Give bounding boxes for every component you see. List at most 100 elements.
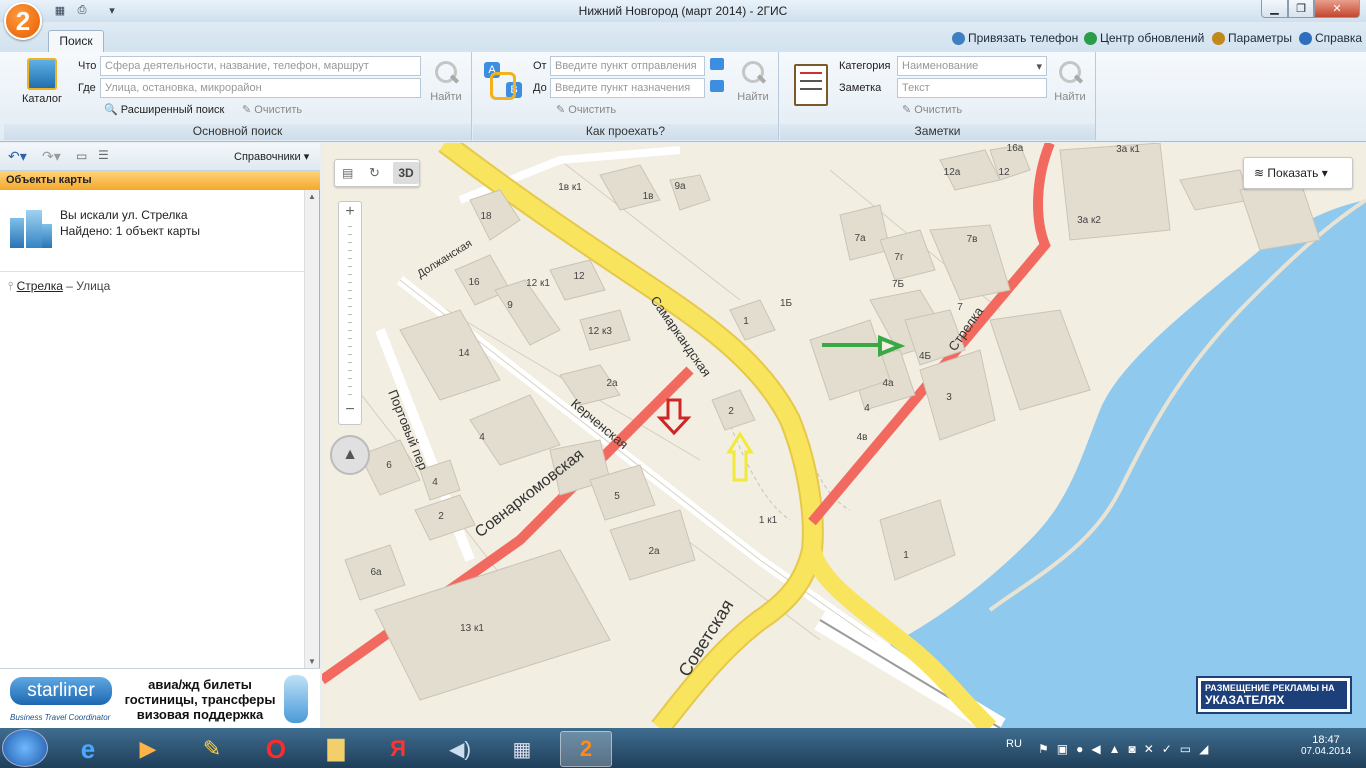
- what-input[interactable]: Сфера деятельности, название, телефон, м…: [100, 56, 421, 76]
- building-label: 7в: [967, 234, 978, 245]
- building-label: 1в: [643, 191, 654, 202]
- category-select[interactable]: Наименование ▾: [897, 56, 1047, 76]
- where-label: Где: [78, 82, 96, 94]
- search-text: Вы искали ул. Стрелка: [60, 208, 188, 222]
- clear-search-button[interactable]: ✎ Очистить: [242, 103, 302, 116]
- gear-icon: [1212, 31, 1225, 45]
- building-label: 12: [998, 167, 1010, 178]
- find-search-label: Найти: [430, 91, 462, 103]
- list-view-icon[interactable]: ▭: [76, 149, 87, 163]
- tray-icons[interactable]: ⚑▣●◀▲◙✕✓▭◢: [1038, 742, 1216, 756]
- rotate-icon[interactable]: ↻: [369, 165, 380, 181]
- tab-search[interactable]: Поиск: [48, 30, 104, 52]
- ruler-icon[interactable]: ▤: [342, 166, 353, 180]
- start-orb-icon[interactable]: [2, 729, 48, 767]
- signs-ad-banner[interactable]: РАЗМЕЩЕНИЕ РЕКЛАМЫ НА УКАЗАТЕЛЯХ: [1196, 676, 1352, 714]
- language-indicator[interactable]: RU: [1006, 738, 1022, 750]
- explorer-icon[interactable]: ▇: [310, 731, 362, 767]
- compass-icon[interactable]: ▲: [330, 435, 370, 475]
- building-label: 3а к1: [1116, 144, 1140, 155]
- ad-banner-line-2: УКАЗАТЕЛЯХ: [1205, 693, 1285, 707]
- advanced-search-label: Расширенный поиск: [120, 104, 225, 116]
- to-balloon-icon[interactable]: [710, 80, 724, 92]
- zoom-control: + −: [338, 201, 362, 425]
- building-label: 2: [438, 511, 444, 522]
- group-route-label: Как проехать?: [473, 124, 778, 140]
- building-label: 1 к1: [759, 515, 778, 526]
- calculator-icon[interactable]: ▦: [496, 731, 548, 767]
- building-label: 1: [903, 550, 909, 561]
- app-logo[interactable]: 2: [4, 2, 42, 40]
- red-arrow: [656, 398, 692, 436]
- ad-banner-line-1: РАЗМЕЩЕНИЕ РЕКЛАМЫ НА: [1205, 683, 1335, 693]
- close-icon[interactable]: ✕: [1314, 0, 1360, 18]
- building-label: 1: [743, 316, 749, 327]
- volume-app-icon[interactable]: ◀): [434, 731, 486, 767]
- to-label: До: [533, 82, 547, 94]
- to-input[interactable]: Введите пункт назначения: [550, 78, 705, 98]
- list-detail-icon[interactable]: ☰: [98, 148, 109, 162]
- zoom-in-button[interactable]: +: [339, 202, 361, 222]
- link-settings[interactable]: Параметры: [1212, 31, 1292, 45]
- street-pin-icon: ⫯: [8, 279, 14, 293]
- clear-search-label: Очистить: [254, 104, 303, 116]
- link-updates[interactable]: Центр обновлений: [1084, 31, 1204, 45]
- directories-label: Справочники: [234, 151, 301, 163]
- from-input[interactable]: Введите пункт отправления: [550, 56, 705, 76]
- advanced-search-button[interactable]: 🔍 Расширенный поиск: [104, 103, 224, 116]
- forward-icon[interactable]: ↷▾: [42, 148, 61, 165]
- building-label: 2а: [648, 546, 660, 557]
- starliner-logo: starliner: [10, 677, 112, 705]
- map-view-toolbar: ▤ ↻ 3D: [334, 159, 420, 187]
- update-icon: [1084, 31, 1097, 45]
- layers-icon: ≋: [1254, 166, 1265, 180]
- catalog-button[interactable]: Каталог: [22, 58, 62, 105]
- zoom-out-button[interactable]: −: [339, 400, 361, 420]
- view-3d-button[interactable]: 3D: [393, 162, 419, 184]
- find-search-button[interactable]: Найти: [426, 60, 466, 103]
- map-view[interactable]: Самаркандская Стрелка Должанская Керченс…: [322, 143, 1366, 728]
- building-label: 12а: [944, 167, 961, 178]
- clear-route-button[interactable]: ✎ Очистить: [556, 103, 616, 116]
- starliner-ad[interactable]: starliner Business Travel Coordinator ав…: [0, 668, 320, 728]
- clock-time: 18:47: [1312, 734, 1340, 746]
- result-type: – Улица: [66, 279, 111, 293]
- ad-mascot-icon: [284, 675, 308, 723]
- building-label: 4: [864, 403, 870, 414]
- building-label: 18: [480, 211, 492, 222]
- media-icon[interactable]: ▶: [122, 731, 174, 767]
- link-help[interactable]: Справка: [1299, 31, 1362, 45]
- find-notes-button[interactable]: Найти: [1050, 60, 1090, 103]
- back-icon[interactable]: ↶▾: [8, 148, 27, 165]
- minimize-icon[interactable]: ▁: [1261, 0, 1288, 18]
- note-input[interactable]: Текст: [897, 78, 1047, 98]
- opera-icon[interactable]: O: [250, 731, 302, 767]
- zoom-slider-track[interactable]: [348, 226, 352, 396]
- paint-icon[interactable]: ✎: [186, 731, 238, 767]
- left-panel-scrollbar[interactable]: ▲ ▼: [304, 190, 319, 668]
- building-label: 4Б: [919, 351, 932, 362]
- where-input[interactable]: Улица, остановка, микрорайон: [100, 78, 421, 98]
- link-phone[interactable]: Привязать телефон: [952, 31, 1078, 45]
- ie-icon[interactable]: e: [62, 731, 114, 767]
- ad-line-1: авиа/жд билеты: [148, 677, 252, 692]
- phone-link-icon: [952, 31, 965, 45]
- building-label: 6: [386, 460, 392, 471]
- find-route-button[interactable]: Найти: [733, 60, 773, 103]
- from-balloon-icon[interactable]: [710, 58, 724, 70]
- maximize-icon[interactable]: ❐: [1288, 0, 1314, 18]
- clear-route-label: Очистить: [568, 104, 617, 116]
- clock[interactable]: 18:47 07.04.2014: [1296, 734, 1356, 757]
- building-label: 12 к3: [588, 326, 612, 337]
- 2gis-icon[interactable]: 2: [560, 731, 612, 767]
- result-name-link[interactable]: Стрелка: [17, 279, 63, 293]
- directories-dropdown[interactable]: Справочники ▾: [234, 150, 309, 163]
- yandex-icon[interactable]: Я: [372, 731, 424, 767]
- building-label: 5: [614, 491, 620, 502]
- map-canvas[interactable]: Самаркандская Стрелка Должанская Керченс…: [322, 143, 1366, 728]
- link-phone-label: Привязать телефон: [968, 31, 1079, 45]
- show-layers-button[interactable]: ≋ Показать ▾: [1243, 157, 1353, 189]
- result-item[interactable]: ⫯ Стрелка – Улица: [8, 279, 110, 294]
- clear-notes-button[interactable]: ✎ Очистить: [902, 103, 962, 116]
- group-notes-label: Заметки: [780, 124, 1095, 140]
